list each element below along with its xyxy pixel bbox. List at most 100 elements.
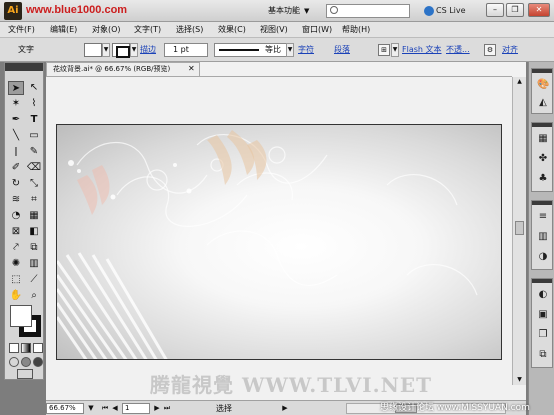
scale-tool-icon[interactable]: ⤡ xyxy=(26,177,42,191)
eraser-tool-icon[interactable]: ⌫ xyxy=(26,161,42,175)
menu-object[interactable]: 对象(O) xyxy=(92,24,121,36)
pen-tool-icon[interactable]: ✒ xyxy=(8,113,24,127)
align-link[interactable]: 对齐 xyxy=(502,44,518,56)
eyedropper-tool-icon[interactable]: ⤤ xyxy=(8,241,24,255)
close-button[interactable]: ✕ xyxy=(528,3,550,17)
rotate-tool-icon[interactable]: ↻ xyxy=(8,177,24,191)
transparency-panel-icon[interactable]: ◑ xyxy=(537,251,549,263)
zoom-dropdown-icon[interactable]: ▼ xyxy=(86,403,96,414)
slice-tool-icon[interactable]: ⟋ xyxy=(26,273,42,287)
text-style-dropdown[interactable]: ▼ xyxy=(391,43,399,57)
last-artboard-icon[interactable]: ⏭ xyxy=(162,403,172,414)
direct-selection-tool-icon[interactable]: ↖ xyxy=(26,81,42,95)
graphic-styles-icon[interactable]: ▣ xyxy=(537,309,549,321)
none-mode-icon[interactable] xyxy=(33,343,43,353)
rectangle-tool-icon[interactable]: ▭ xyxy=(26,129,42,143)
opacity-link[interactable]: 不透... xyxy=(446,44,470,56)
text-style-icon[interactable]: ⊞ xyxy=(378,44,390,56)
draw-normal-icon[interactable] xyxy=(9,357,19,367)
artboard-tool-icon[interactable]: ⬚ xyxy=(8,273,24,287)
zoom-field[interactable]: 66.67% xyxy=(46,403,84,414)
stroke-profile-select[interactable]: 等比 xyxy=(214,43,288,57)
symbols-panel-icon[interactable]: ♣ xyxy=(537,173,549,185)
pencil-tool-icon[interactable]: ✎ xyxy=(26,145,42,159)
gradient-mode-icon[interactable] xyxy=(21,343,31,353)
scroll-down-icon[interactable]: ▼ xyxy=(513,375,526,385)
fill-swatch[interactable] xyxy=(84,43,102,57)
menu-file[interactable]: 文件(F) xyxy=(8,24,35,36)
hand-tool-icon[interactable]: ✋ xyxy=(8,289,24,303)
symbol-sprayer-tool-icon[interactable]: ✺ xyxy=(8,257,24,271)
gradient-tool-icon[interactable]: ◧ xyxy=(26,225,42,239)
status-mode: 选择 xyxy=(216,404,232,413)
stroke-dropdown[interactable]: ▼ xyxy=(130,43,138,57)
fill-dropdown[interactable]: ▼ xyxy=(102,43,110,57)
panel-group-header[interactable] xyxy=(532,123,552,127)
stroke-panel-icon[interactable]: ≡ xyxy=(537,211,549,223)
layers-panel-icon[interactable]: ❐ xyxy=(537,329,549,341)
stroke-swatch[interactable] xyxy=(112,43,130,58)
first-artboard-icon[interactable]: ⏮ xyxy=(100,403,110,414)
shape-builder-tool-icon[interactable]: ◔ xyxy=(8,209,24,223)
character-link[interactable]: 字符 xyxy=(298,44,314,56)
menu-view[interactable]: 视图(V) xyxy=(260,24,288,36)
magic-wand-tool-icon[interactable]: ✶ xyxy=(8,97,24,111)
paintbrush-tool-icon[interactable]: ǀ xyxy=(8,145,24,159)
color-mode-icon[interactable] xyxy=(9,343,19,353)
line-tool-icon[interactable]: ╲ xyxy=(8,129,24,143)
panel-group-header[interactable] xyxy=(532,201,552,205)
document-tab[interactable]: 花纹背景.ai* @ 66.67% (RGB/预览) ✕ xyxy=(46,62,200,76)
workspace-switcher[interactable]: 基本功能 ▼ xyxy=(264,4,313,18)
search-input[interactable] xyxy=(326,4,410,18)
menu-type[interactable]: 文字(T) xyxy=(134,24,161,36)
scroll-up-icon[interactable]: ▲ xyxy=(513,77,526,87)
vertical-scroll-thumb[interactable] xyxy=(515,221,524,235)
panel-group-header[interactable] xyxy=(532,279,552,283)
menu-effect[interactable]: 效果(C) xyxy=(218,24,246,36)
cs-live-button[interactable]: CS Live xyxy=(424,4,466,18)
swatches-panel-icon[interactable]: ▦ xyxy=(537,133,549,145)
color-guide-icon[interactable]: ◭ xyxy=(537,97,549,109)
previous-artboard-icon[interactable]: ◀ xyxy=(110,403,120,414)
status-menu-icon[interactable]: ▶ xyxy=(280,403,290,414)
menu-window[interactable]: 窗口(W) xyxy=(302,24,332,36)
appearance-panel-icon[interactable]: ◐ xyxy=(537,289,549,301)
menu-edit[interactable]: 编辑(E) xyxy=(50,24,77,36)
draw-behind-icon[interactable] xyxy=(21,357,31,367)
stroke-weight-field[interactable]: 1 pt xyxy=(164,43,208,57)
draw-inside-icon[interactable] xyxy=(33,357,43,367)
close-document-icon[interactable]: ✕ xyxy=(188,65,196,73)
column-graph-tool-icon[interactable]: ▥ xyxy=(26,257,42,271)
selection-tool-icon[interactable]: ➤ xyxy=(8,81,24,95)
brushes-panel-icon[interactable]: ✤ xyxy=(537,153,549,165)
artboard-number-field[interactable]: 1 xyxy=(122,403,150,414)
warp-tool-icon[interactable]: ≋ xyxy=(8,193,24,207)
artboard[interactable] xyxy=(56,124,502,360)
options-gear-icon[interactable]: ⚙ xyxy=(484,44,496,56)
tools-panel-header[interactable] xyxy=(5,63,43,71)
artboards-panel-icon[interactable]: ⧉ xyxy=(537,349,549,361)
stroke-link[interactable]: 描边 xyxy=(140,44,156,56)
vertical-scrollbar[interactable]: ▲ ▼ xyxy=(512,77,526,385)
gradient-panel-icon[interactable]: ▥ xyxy=(537,231,549,243)
color-panel-icon[interactable]: 🎨 xyxy=(537,79,549,91)
restore-button[interactable]: ❐ xyxy=(506,3,524,17)
menu-select[interactable]: 选择(S) xyxy=(176,24,203,36)
blend-tool-icon[interactable]: ⧉ xyxy=(26,241,42,255)
paragraph-link[interactable]: 段落 xyxy=(334,44,350,56)
menu-help[interactable]: 帮助(H) xyxy=(342,24,370,36)
zoom-tool-icon[interactable]: ⌕ xyxy=(26,289,42,303)
mesh-tool-icon[interactable]: ⊠ xyxy=(8,225,24,239)
perspective-grid-tool-icon[interactable]: ▦ xyxy=(26,209,42,223)
type-tool-icon[interactable]: T xyxy=(26,113,42,127)
minimize-button[interactable]: – xyxy=(486,3,504,17)
next-artboard-icon[interactable]: ▶ xyxy=(152,403,162,414)
flash-text-link[interactable]: Flash 文本 xyxy=(402,44,442,56)
fill-color-icon[interactable] xyxy=(10,305,32,327)
screen-mode-icon[interactable] xyxy=(17,369,33,379)
free-transform-tool-icon[interactable]: ⌗ xyxy=(26,193,42,207)
blob-brush-tool-icon[interactable]: ✐ xyxy=(8,161,24,175)
stroke-profile-dropdown[interactable]: ▼ xyxy=(286,43,294,57)
panel-group-header[interactable] xyxy=(532,69,552,73)
lasso-tool-icon[interactable]: ⌇ xyxy=(26,97,42,111)
